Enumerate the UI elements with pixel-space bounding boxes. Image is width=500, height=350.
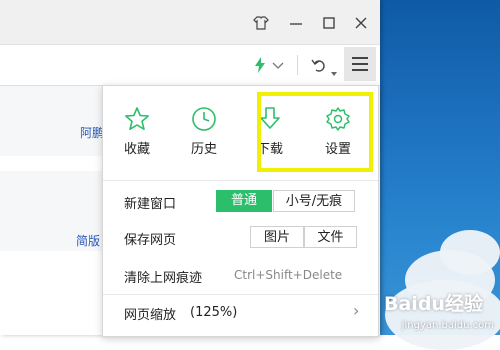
undo-icon[interactable]: [310, 56, 328, 78]
quick-action-label: 收藏: [123, 142, 150, 157]
watermark-url: jingyan.baidu.com: [401, 320, 494, 331]
menu-icon: [352, 57, 368, 59]
maximize-icon[interactable]: [320, 14, 338, 32]
highlight-box: [257, 92, 373, 172]
quick-action-history[interactable]: 历史: [178, 106, 230, 157]
minimize-icon[interactable]: [287, 14, 305, 32]
incognito-window-button[interactable]: 小号/无痕: [273, 190, 355, 212]
clear-traces-label: 清除上网痕迹: [124, 271, 203, 286]
watermark-text: Baidu经验: [384, 293, 483, 315]
browser-window: 阿鹏 简版 收藏 历史 下载 设置 新建窗口 普通 小号/无痕 保存网页 图片 …: [0, 0, 380, 337]
chevron-down-icon[interactable]: [271, 57, 285, 76]
save-as-file-button[interactable]: 文件: [304, 226, 357, 248]
zoom-label: 网页缩放: [124, 308, 177, 323]
side-link[interactable]: 简版: [76, 232, 100, 249]
lightning-icon[interactable]: [254, 57, 266, 77]
skin-icon[interactable]: [252, 14, 270, 32]
zoom-value: (125%): [190, 305, 238, 320]
menu-separator: [103, 180, 378, 181]
quick-action-favorites[interactable]: 收藏: [111, 106, 163, 157]
content-strip: [0, 86, 110, 156]
clock-icon: [192, 107, 216, 131]
undo-dropdown-icon[interactable]: [331, 62, 337, 81]
title-bar: [0, 0, 380, 45]
clear-traces-row[interactable]: 清除上网痕迹 Ctrl+Shift+Delete: [103, 262, 378, 290]
menu-separator: [103, 294, 378, 295]
cloud: [440, 230, 500, 275]
quick-action-label: 历史: [190, 142, 217, 157]
menu-icon: [352, 63, 368, 65]
normal-window-button[interactable]: 普通: [216, 190, 272, 212]
save-as-image-button[interactable]: 图片: [250, 226, 304, 248]
divider: [297, 55, 298, 75]
side-link[interactable]: 阿鹏: [80, 124, 104, 141]
close-icon[interactable]: [352, 14, 370, 32]
star-icon: [124, 107, 150, 131]
chevron-right-icon: ›: [353, 301, 360, 320]
save-page-label: 保存网页: [124, 233, 177, 248]
address-bar: [0, 45, 380, 86]
new-window-label: 新建窗口: [124, 197, 177, 212]
zoom-row[interactable]: 网页缩放 (125%) ›: [103, 298, 378, 328]
menu-icon: [352, 69, 368, 71]
menu-button[interactable]: [344, 47, 376, 81]
clear-traces-shortcut: Ctrl+Shift+Delete: [234, 268, 343, 282]
